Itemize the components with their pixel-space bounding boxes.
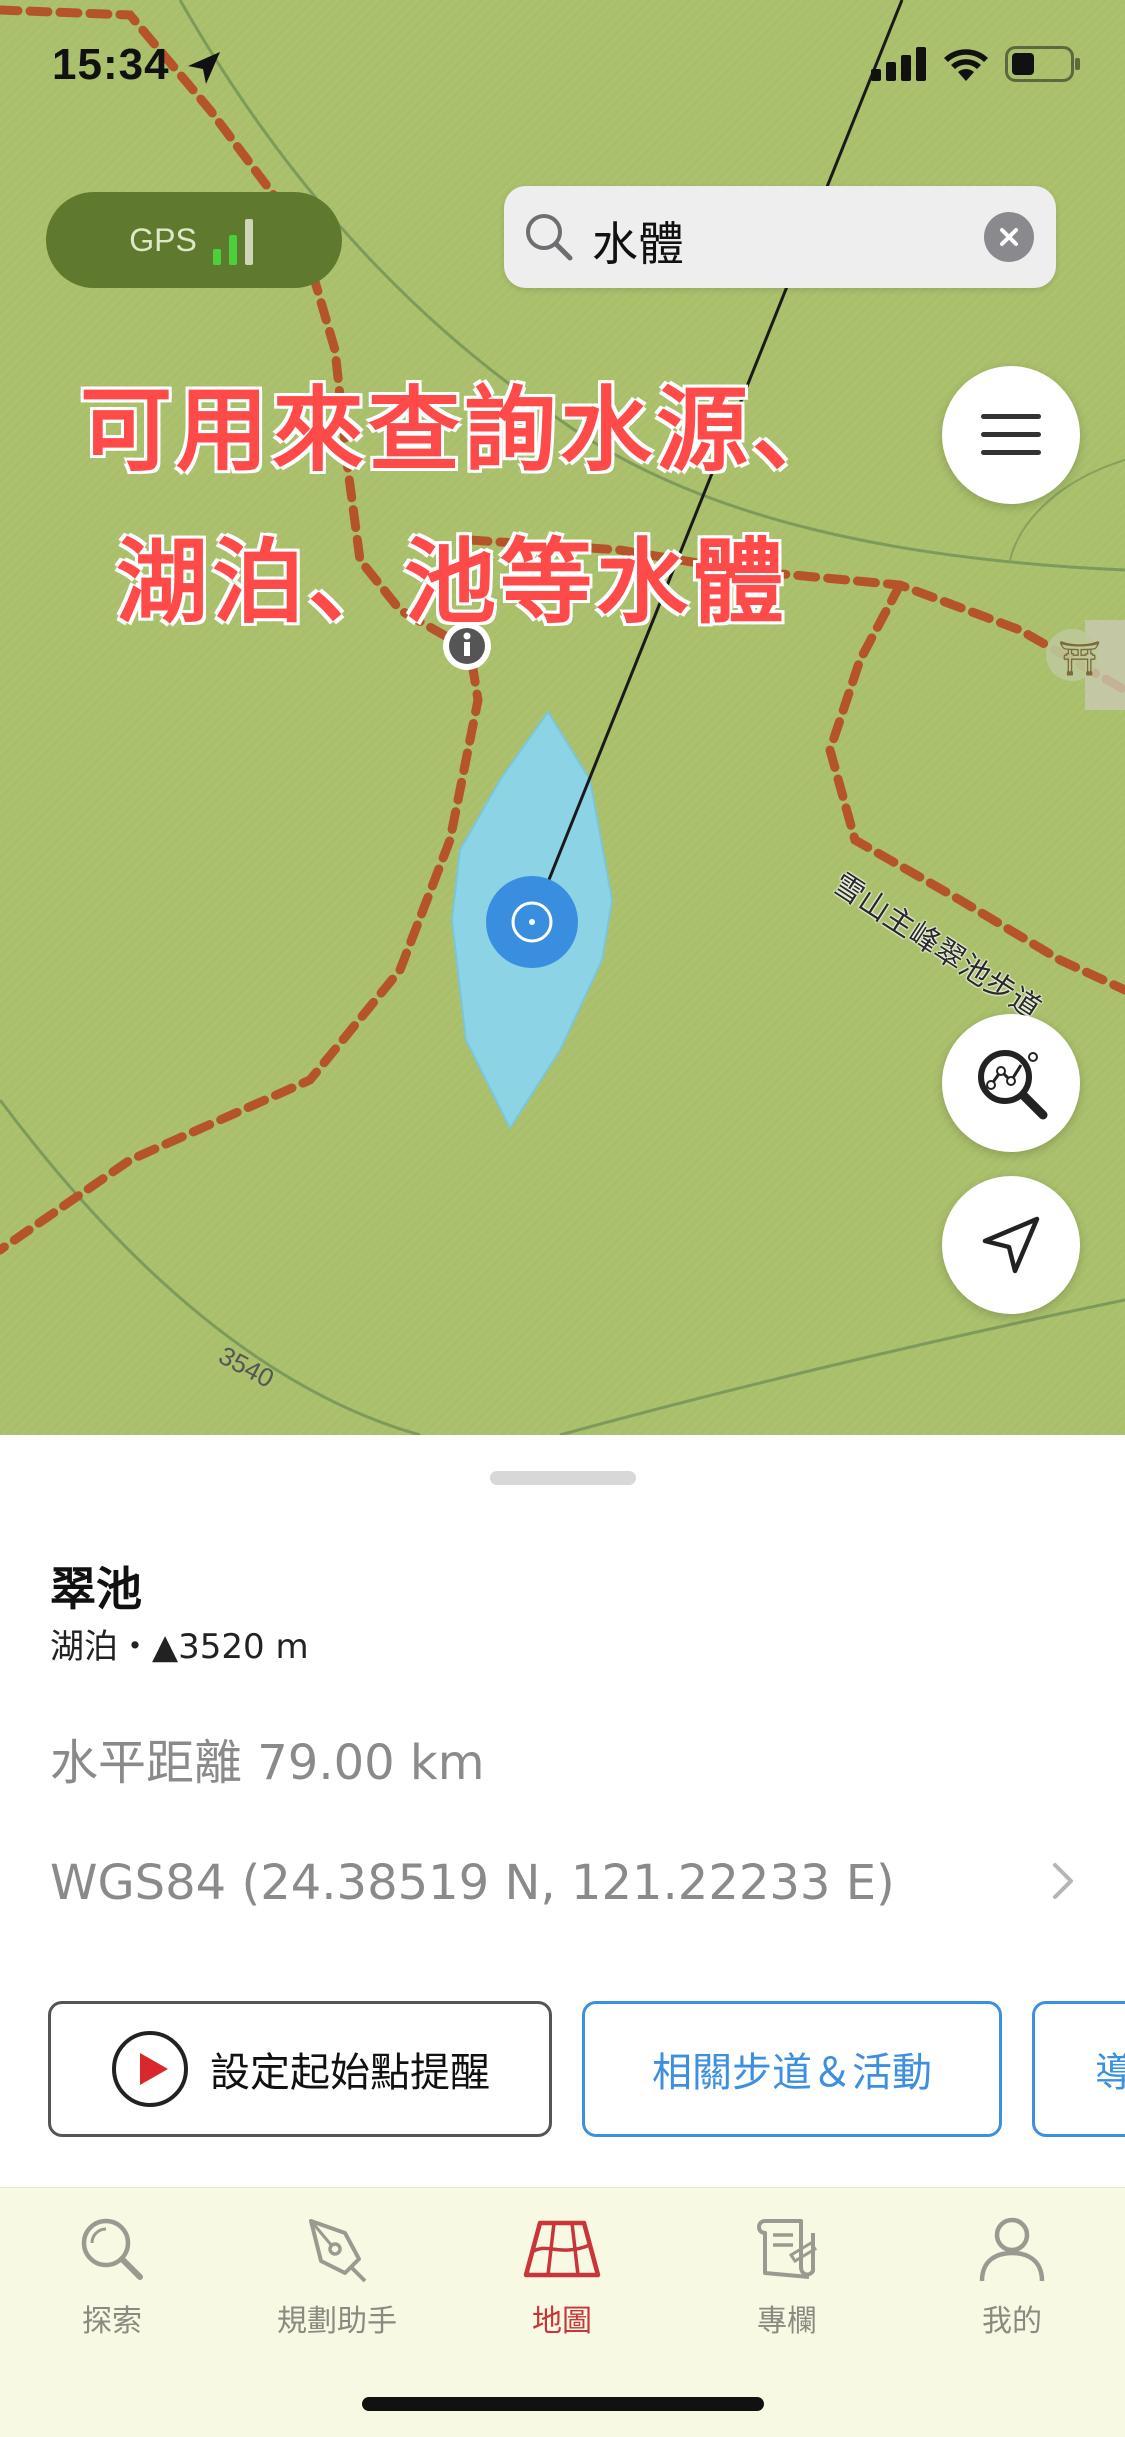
home-indicator[interactable] <box>362 2397 764 2411</box>
set-start-reminder-button[interactable]: 設定起始點提醒 <box>48 2001 552 2137</box>
scroll-icon <box>757 2219 818 2279</box>
navigation-arrow-icon <box>982 1216 1040 1274</box>
coordinates-text: WGS84 (24.38519 N, 121.22233 E) <box>50 1855 895 1911</box>
wifi-icon <box>944 49 988 81</box>
coordinates-row[interactable]: WGS84 (24.38519 N, 121.22233 E) <box>0 1839 1125 1929</box>
contour-line <box>0 1099 421 1435</box>
map-icon <box>523 2220 601 2278</box>
action-buttons: 設定起始點提醒 相關步道＆活動 導 <box>0 2001 1125 2141</box>
chevron-right-icon <box>1053 1863 1073 1899</box>
tab-planner[interactable]: 規劃助手 <box>237 2210 437 2340</box>
play-icon <box>112 2031 188 2107</box>
menu-button[interactable] <box>942 366 1080 504</box>
set-start-reminder-label: 設定起始點提醒 <box>210 2050 490 2096</box>
person-icon <box>979 2217 1045 2282</box>
search-icon <box>526 214 573 261</box>
related-trails-button[interactable]: 相關步道＆活動 <box>582 2001 1002 2137</box>
sheet-grabber[interactable] <box>490 1471 636 1485</box>
route-search-button[interactable] <box>942 1014 1080 1152</box>
tab-label: 專欄 <box>757 2304 817 2339</box>
location-services-icon <box>188 52 220 84</box>
gps-label: GPS <box>129 221 197 258</box>
svg-text:⛩: ⛩ <box>1058 639 1101 679</box>
map-view[interactable]: ⛩ 15:34 GPS 水體 可用來查詢水源、 湖泊、池等水體 雪山主峰翠池步道… <box>0 0 1125 1435</box>
pen-icon <box>309 2219 367 2283</box>
place-meta: 湖泊・▲3520 m <box>50 1627 309 1667</box>
search-icon <box>81 2218 143 2280</box>
status-time: 15:34 <box>52 40 170 89</box>
place-name: 翠池 <box>50 1562 142 1616</box>
tab-explore[interactable]: 探索 <box>12 2210 212 2340</box>
tab-column[interactable]: 專欄 <box>687 2210 887 2340</box>
location-marker-dot <box>529 919 535 925</box>
tab-map[interactable]: 地圖 <box>462 2210 662 2340</box>
caption-line-1: 可用來查詢水源、 <box>80 377 849 484</box>
menu-icon <box>981 414 1041 455</box>
place-detail-sheet[interactable]: 翠池 湖泊・▲3520 m 水平距離 79.00 km WGS84 (24.38… <box>0 1435 1125 2187</box>
gps-status[interactable]: GPS <box>46 192 342 288</box>
locate-button[interactable] <box>942 1176 1080 1314</box>
close-icon <box>1000 228 1018 246</box>
navigate-label: 導 <box>1095 2050 1125 2096</box>
contour-line <box>559 1298 1125 1435</box>
horizontal-distance: 水平距離 79.00 km <box>50 1735 485 1791</box>
clear-search-button[interactable] <box>984 212 1034 262</box>
battery-icon <box>1005 46 1080 82</box>
related-trails-label: 相關步道＆活動 <box>652 2050 932 2096</box>
tab-profile[interactable]: 我的 <box>912 2210 1112 2340</box>
search-bar[interactable]: 水體 <box>504 186 1056 288</box>
cellular-signal-icon <box>871 47 926 81</box>
search-input[interactable]: 水體 <box>592 208 684 274</box>
tab-label: 規劃助手 <box>277 2304 397 2339</box>
navigate-button[interactable]: 導 <box>1032 2001 1125 2137</box>
tab-label: 我的 <box>982 2304 1042 2339</box>
tab-label: 地圖 <box>532 2304 592 2339</box>
status-icons <box>871 46 1081 82</box>
caption-line-2: 湖泊、池等水體 <box>116 529 789 636</box>
gps-signal-icon <box>212 219 253 265</box>
route-search-icon <box>978 1050 1048 1120</box>
tab-label: 探索 <box>82 2304 142 2339</box>
